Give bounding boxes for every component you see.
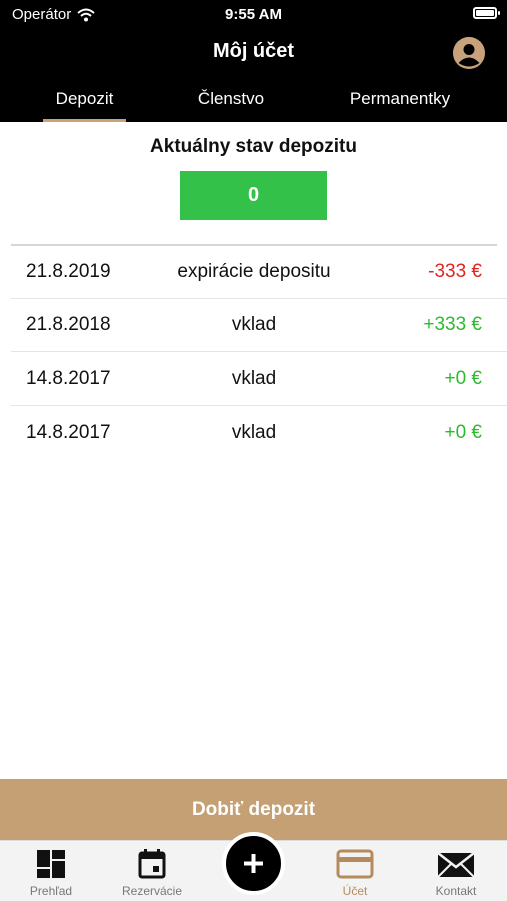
profile-button[interactable] [453,37,485,69]
transaction-row: 14.8.2017 vklad +0 € [0,407,507,460]
plus-icon [244,854,263,873]
transaction-date: 21.8.2019 [26,261,111,282]
nav-item-rezervacie[interactable]: Rezervácie [107,841,197,901]
deposit-balance: 0 [180,171,327,220]
mail-icon [437,852,475,878]
transaction-amount: +0 € [444,368,482,389]
transaction-row: 21.8.2019 expirácie depositu -333 € [0,246,507,299]
nav-item-label: Prehľad [29,884,73,898]
nav-item-ucet[interactable]: Účet [310,841,400,901]
transaction-description: expirácie depositu [177,261,331,282]
tab-permanentky[interactable]: Permanentky [330,75,470,122]
transaction-row: 21.8.2018 vklad +333 € [0,299,507,352]
tab-bar: Depozit Členstvo Permanentky [0,75,507,122]
nav-item-label: Účet [342,884,368,898]
transaction-date: 14.8.2017 [26,422,111,443]
transaction-amount: +0 € [444,422,482,443]
clock: 9:55 AM [225,6,282,23]
row-separator [11,405,507,406]
dashboard-icon [37,850,65,878]
nav-item-kontakt[interactable]: Kontakt [411,841,501,901]
transaction-date: 21.8.2018 [26,314,111,335]
calendar-icon [138,849,166,879]
deposit-title: Aktuálny stav depozitu [150,136,357,157]
nav-item-label: Rezervácie [121,884,183,898]
page-title: Môj účet [212,40,295,62]
transaction-date: 14.8.2017 [26,368,111,389]
battery-icon [473,7,500,19]
transaction-amount: +333 € [423,314,482,335]
transaction-amount: -333 € [428,261,482,282]
transaction-description: vklad [231,368,277,389]
nav-item-label: Kontakt [435,884,477,898]
card-icon [336,849,374,879]
tab-clenstvo[interactable]: Členstvo [180,75,282,122]
tab-depozit[interactable]: Depozit [43,75,126,122]
nav-bar: Môj účet [0,30,507,75]
transaction-description: vklad [231,314,277,335]
transaction-row: 14.8.2017 vklad +0 € [0,353,507,406]
add-button[interactable] [222,832,285,895]
nav-item-prehlad[interactable]: Prehľad [6,841,96,901]
topup-deposit-button[interactable]: Dobiť depozit [0,779,507,840]
row-separator [11,351,507,352]
user-circle-icon [453,37,485,69]
transaction-description: vklad [231,422,277,443]
status-bar: Operátor 9:55 AM [0,0,507,30]
